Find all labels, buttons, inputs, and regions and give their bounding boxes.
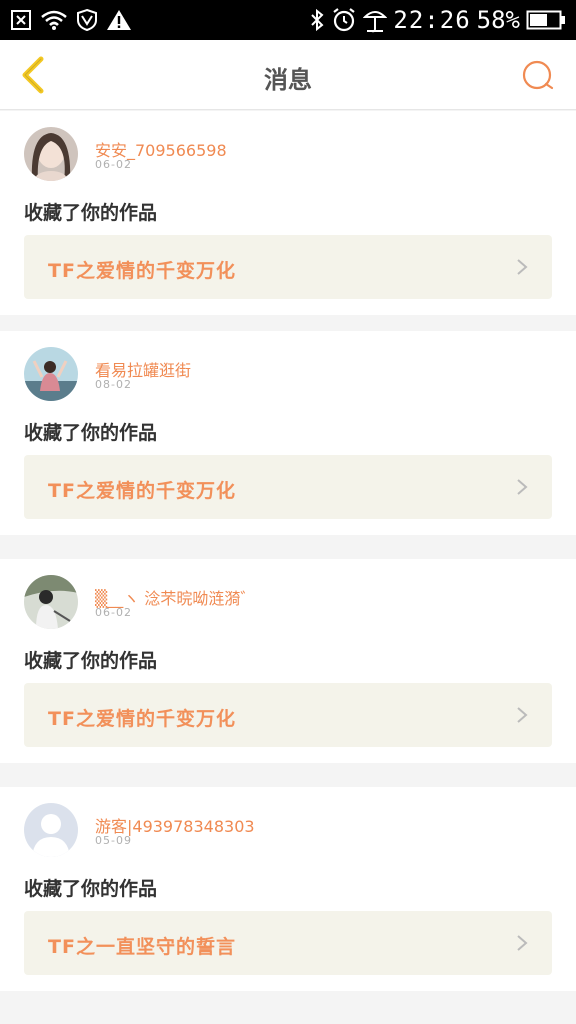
chevron-right-icon: [517, 935, 528, 951]
wifi-icon: [41, 10, 67, 30]
chevron-right-icon: [517, 259, 528, 275]
weather-icon: [363, 11, 388, 33]
search-icon: [522, 60, 554, 90]
message-date: 06-02: [95, 158, 132, 171]
message-date: 06-02: [95, 606, 132, 619]
status-time: 22:26: [393, 6, 471, 34]
message-action-text: 收藏了你的作品: [24, 422, 158, 444]
message-card: 看易拉罐逛街 08-02 收藏了你的作品 TF之爱情的千变万化: [0, 331, 576, 535]
warning-icon: [107, 10, 131, 30]
status-bar-right: 22:26 58%: [309, 4, 566, 36]
avatar[interactable]: [24, 347, 78, 401]
message-date: 08-02: [95, 378, 132, 391]
avatar[interactable]: [24, 127, 78, 181]
bluetooth-icon: [311, 8, 324, 32]
work-link[interactable]: TF之爱情的千变万化: [24, 455, 552, 519]
message-card: 游客|493978348303 05-09 收藏了你的作品 TF之一直坚守的誓言: [0, 787, 576, 991]
message-card: ▒__ヽ 淰芣晥呦涟漪゛ 06-02 收藏了你的作品 TF之爱情的千变万化: [0, 559, 576, 763]
chevron-right-icon: [517, 707, 528, 723]
message-card: 安安_709566598 06-02 收藏了你的作品 TF之爱情的千变万化: [0, 111, 576, 315]
user-photo-avatar-icon: [24, 347, 78, 401]
work-link[interactable]: TF之一直坚守的誓言: [24, 911, 552, 975]
user-photo-avatar-icon: [24, 575, 78, 629]
message-action-text: 收藏了你的作品: [24, 650, 158, 672]
work-link[interactable]: TF之爱情的千变万化: [24, 683, 552, 747]
message-action-text: 收藏了你的作品: [24, 202, 158, 224]
close-box-icon: [11, 10, 31, 30]
message-action-text: 收藏了你的作品: [24, 878, 158, 900]
battery-icon: [526, 10, 565, 30]
status-bar-left: [10, 8, 132, 32]
chevron-right-icon: [517, 479, 528, 495]
work-title: TF之爱情的千变万化: [48, 480, 236, 502]
vpn-shield-icon: [77, 8, 97, 32]
message-date: 05-09: [95, 834, 132, 847]
page-title: 消息: [264, 66, 312, 94]
avatar[interactable]: [24, 575, 78, 629]
avatar[interactable]: [24, 803, 78, 857]
work-link[interactable]: TF之爱情的千变万化: [24, 235, 552, 299]
search-button[interactable]: [518, 56, 558, 96]
work-title: TF之爱情的千变万化: [48, 708, 236, 730]
battery-percent: 58%: [476, 6, 520, 34]
work-title: TF之一直坚守的誓言: [48, 936, 236, 958]
alarm-icon: [333, 8, 356, 32]
default-user-avatar-icon: [24, 803, 78, 857]
status-bar: 22:26 58%: [0, 0, 576, 40]
work-title: TF之爱情的千变万化: [48, 260, 236, 282]
header-bar: 消息: [0, 40, 576, 110]
user-photo-avatar-icon: [24, 127, 78, 181]
